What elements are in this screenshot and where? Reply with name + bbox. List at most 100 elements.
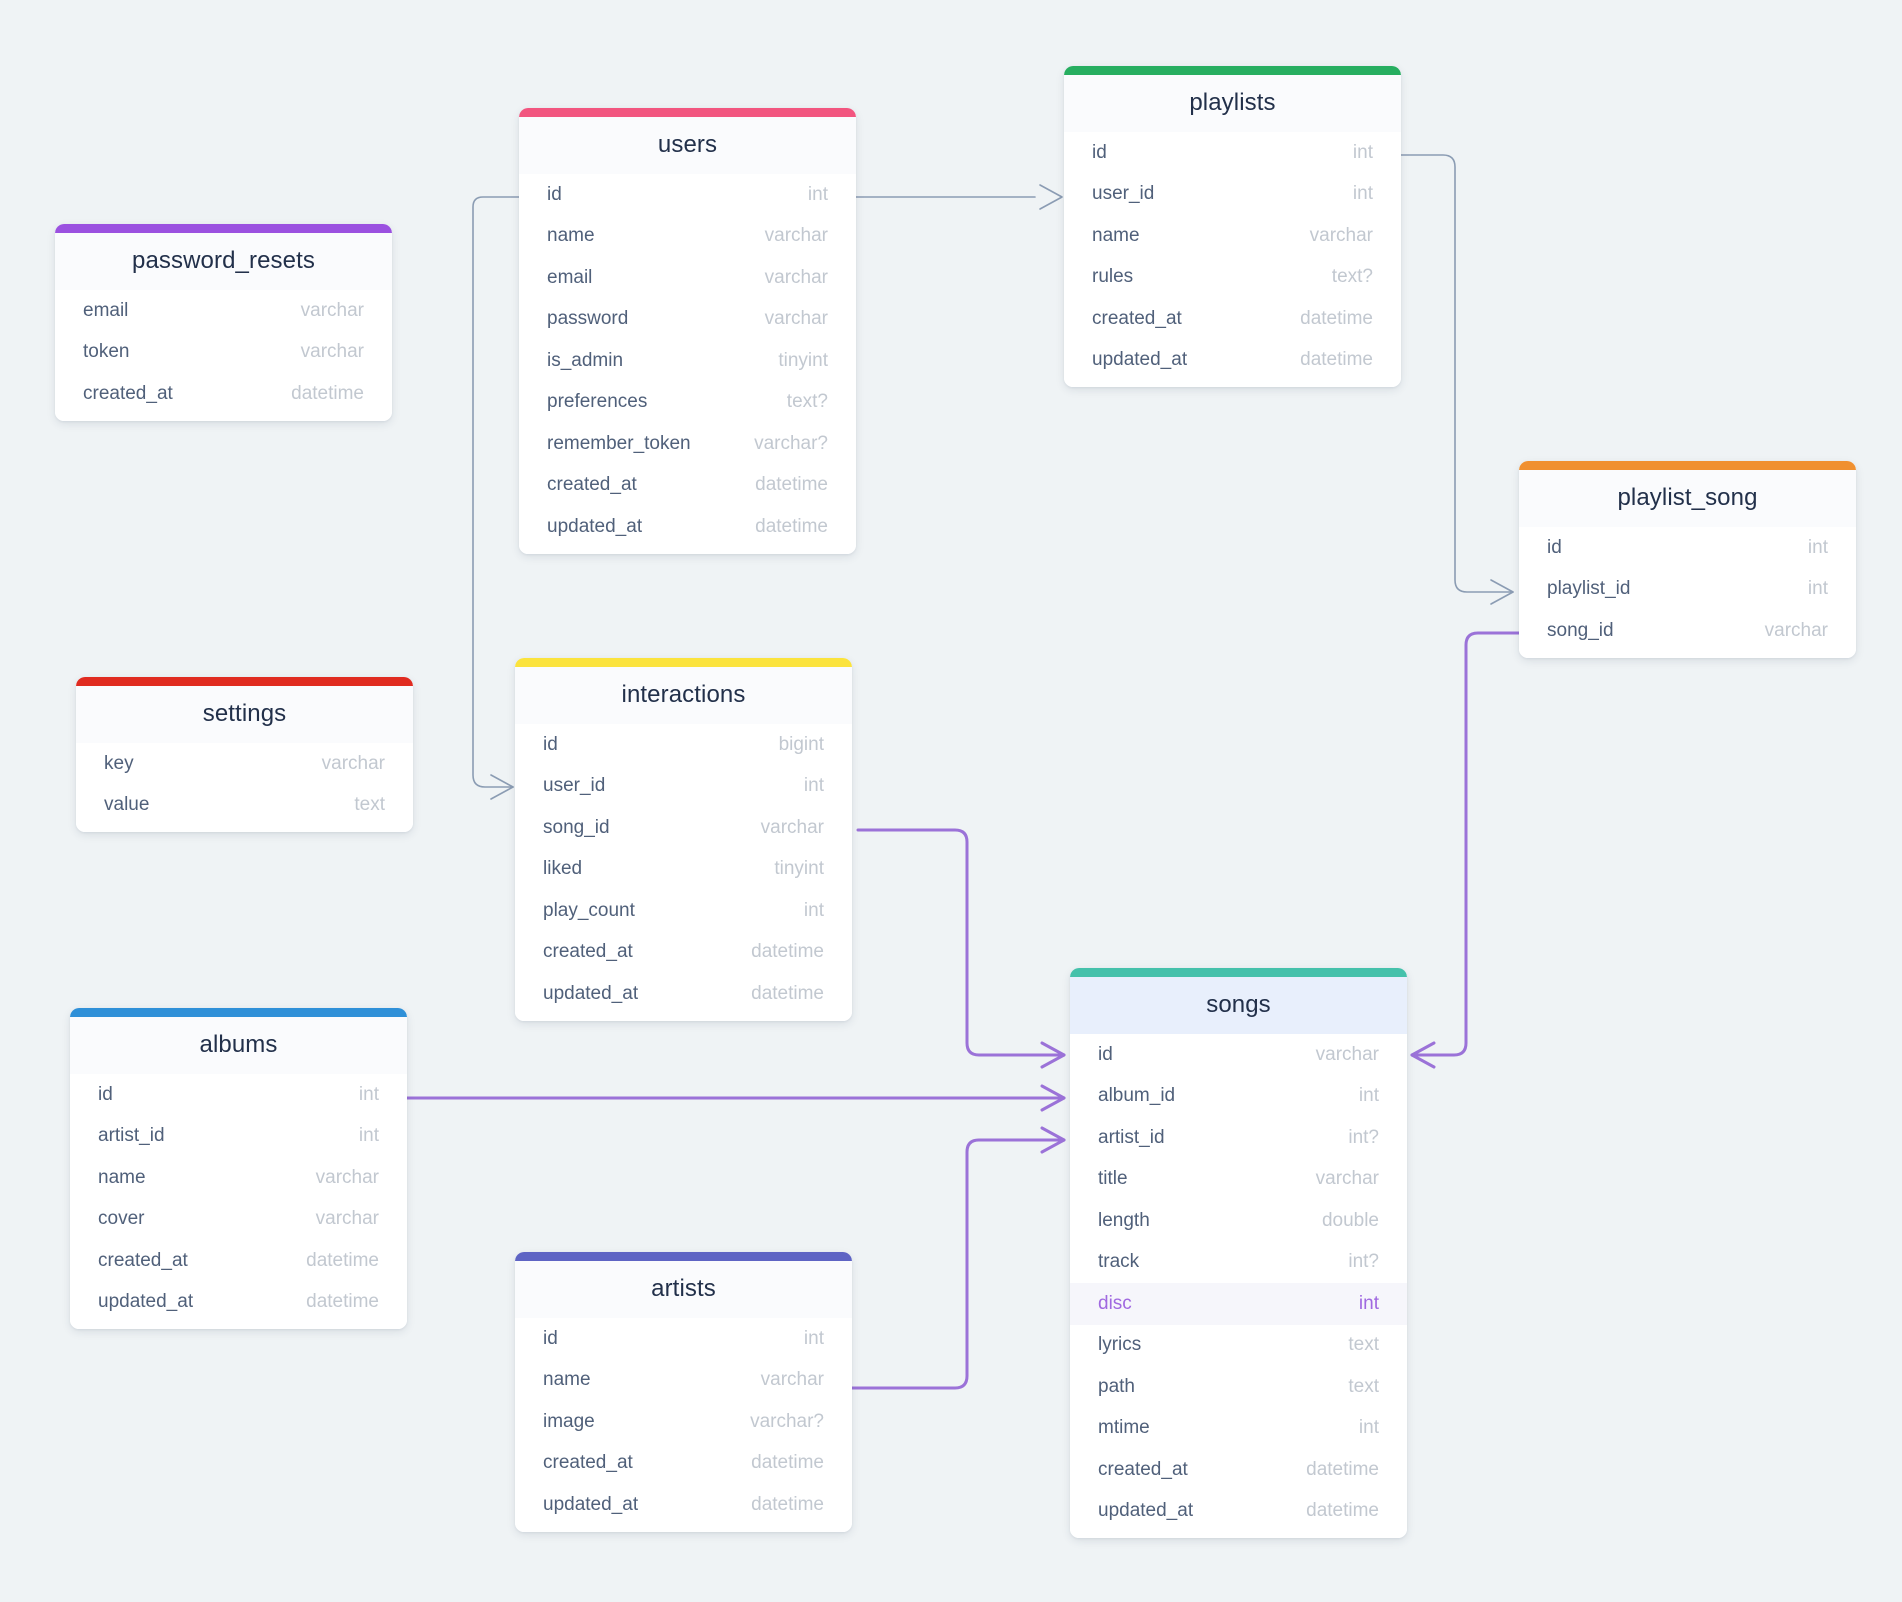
table-column-row[interactable]: disc int: [1070, 1283, 1407, 1325]
column-type: int: [1807, 578, 1828, 600]
table-column-row[interactable]: user_id int: [1064, 174, 1401, 216]
table-card-users[interactable]: users id int name varchar email varchar passwor…: [519, 108, 856, 554]
relationship-users-playlists[interactable]: [855, 184, 1063, 210]
column-name: id: [543, 733, 558, 755]
table-column-row[interactable]: image varchar?: [515, 1401, 852, 1443]
table-title[interactable]: artists: [515, 1261, 852, 1318]
relationship-line: [856, 828, 1066, 1057]
relationship-line: [850, 1138, 1066, 1390]
table-column-row[interactable]: created_at datetime: [515, 1443, 852, 1485]
table-column-row[interactable]: remember_token varchar?: [519, 423, 856, 465]
relationship-playlist_song-songs[interactable]: [1410, 631, 1521, 1069]
table-card-interactions[interactable]: interactions id bigint user_id int song_id var…: [515, 658, 852, 1021]
relationship-users-interactions[interactable]: [472, 196, 520, 800]
table-column-row[interactable]: song_id varchar: [1519, 610, 1856, 652]
table-column-row[interactable]: cover varchar: [70, 1199, 407, 1241]
table-column-row[interactable]: created_at datetime: [515, 932, 852, 974]
table-column-row[interactable]: email varchar: [519, 257, 856, 299]
table-column-row[interactable]: id int: [515, 1318, 852, 1360]
column-name: updated_at: [543, 1493, 639, 1515]
table-title[interactable]: songs: [1070, 977, 1407, 1034]
table-column-row[interactable]: playlist_id int: [1519, 569, 1856, 611]
relationship-albums-songs[interactable]: [405, 1084, 1066, 1112]
table-column-row[interactable]: token varchar: [55, 332, 392, 374]
table-column-row[interactable]: updated_at datetime: [1064, 340, 1401, 382]
table-title[interactable]: albums: [70, 1017, 407, 1074]
table-column-row[interactable]: created_at datetime: [519, 465, 856, 507]
table-columns-list: id int playlist_id int song_id varchar: [1519, 527, 1856, 658]
table-column-row[interactable]: created_at datetime: [1064, 298, 1401, 340]
table-title[interactable]: password_resets: [55, 233, 392, 290]
table-card-password_resets[interactable]: password_resets email varchar token varchar c…: [55, 224, 392, 421]
table-column-row[interactable]: rules text?: [1064, 257, 1401, 299]
table-column-row[interactable]: title varchar: [1070, 1159, 1407, 1201]
table-column-row[interactable]: updated_at datetime: [70, 1282, 407, 1324]
table-column-row[interactable]: artist_id int?: [1070, 1117, 1407, 1159]
table-card-settings[interactable]: settings key varchar value text: [76, 677, 413, 832]
table-title[interactable]: settings: [76, 686, 413, 743]
erd-canvas[interactable]: password_resets email varchar token varchar c…: [0, 0, 1902, 1602]
table-card-songs[interactable]: songs id varchar album_id int artist_id int? ti…: [1070, 968, 1407, 1538]
column-type: varchar: [1764, 619, 1828, 641]
table-column-row[interactable]: id int: [1519, 527, 1856, 569]
table-column-row[interactable]: updated_at datetime: [515, 1484, 852, 1526]
column-type: datetime: [751, 941, 824, 963]
table-accent-bar: [76, 677, 413, 686]
table-column-row[interactable]: album_id int: [1070, 1076, 1407, 1118]
table-column-row[interactable]: email varchar: [55, 290, 392, 332]
table-column-row[interactable]: play_count int: [515, 890, 852, 932]
column-type: int?: [1348, 1251, 1379, 1273]
column-type: datetime: [1300, 307, 1373, 329]
column-type: datetime: [755, 515, 828, 537]
table-column-row[interactable]: name varchar: [70, 1157, 407, 1199]
table-column-row[interactable]: id int: [1064, 132, 1401, 174]
table-card-albums[interactable]: albums id int artist_id int name varchar cover v…: [70, 1008, 407, 1329]
crowsfoot-marker: [490, 774, 514, 800]
table-column-row[interactable]: song_id varchar: [515, 807, 852, 849]
table-column-row[interactable]: length double: [1070, 1200, 1407, 1242]
table-column-row[interactable]: is_admin tinyint: [519, 340, 856, 382]
table-column-row[interactable]: key varchar: [76, 743, 413, 785]
column-type: text?: [786, 391, 828, 413]
table-column-row[interactable]: updated_at datetime: [515, 973, 852, 1015]
column-name: name: [98, 1166, 146, 1188]
table-column-row[interactable]: preferences text?: [519, 382, 856, 424]
table-column-row[interactable]: liked tinyint: [515, 849, 852, 891]
table-title[interactable]: users: [519, 117, 856, 174]
table-card-artists[interactable]: artists id int name varchar image varchar? crea…: [515, 1252, 852, 1532]
column-type: int: [1807, 536, 1828, 558]
table-column-row[interactable]: id int: [519, 174, 856, 216]
column-name: track: [1098, 1251, 1140, 1273]
table-column-row[interactable]: id bigint: [515, 724, 852, 766]
relationship-artists-songs[interactable]: [850, 1126, 1066, 1390]
column-name: updated_at: [543, 982, 639, 1004]
table-column-row[interactable]: artist_id int: [70, 1116, 407, 1158]
table-card-playlists[interactable]: playlists id int user_id int name varchar rules…: [1064, 66, 1401, 387]
table-title[interactable]: playlist_song: [1519, 470, 1856, 527]
table-column-row[interactable]: lyrics text: [1070, 1325, 1407, 1367]
table-column-row[interactable]: created_at datetime: [1070, 1449, 1407, 1491]
table-column-row[interactable]: name varchar: [519, 216, 856, 258]
table-column-row[interactable]: created_at datetime: [55, 373, 392, 415]
table-column-row[interactable]: id varchar: [1070, 1034, 1407, 1076]
table-card-playlist_song[interactable]: playlist_song id int playlist_id int song_id v…: [1519, 461, 1856, 658]
column-type: varchar: [315, 1208, 379, 1230]
table-column-row[interactable]: name varchar: [515, 1360, 852, 1402]
table-column-row[interactable]: track int?: [1070, 1242, 1407, 1284]
table-column-row[interactable]: updated_at datetime: [1070, 1491, 1407, 1533]
table-column-row[interactable]: updated_at datetime: [519, 506, 856, 548]
relationship-playlists-playlist_song[interactable]: [1400, 154, 1514, 605]
table-column-row[interactable]: name varchar: [1064, 215, 1401, 257]
table-column-row[interactable]: created_at datetime: [70, 1240, 407, 1282]
table-column-row[interactable]: value text: [76, 785, 413, 827]
table-column-row[interactable]: path text: [1070, 1366, 1407, 1408]
relationship-interactions-songs[interactable]: [856, 828, 1066, 1069]
column-type: datetime: [1306, 1458, 1379, 1480]
table-column-row[interactable]: id int: [70, 1074, 407, 1116]
table-title[interactable]: playlists: [1064, 75, 1401, 132]
table-column-row[interactable]: password varchar: [519, 299, 856, 341]
table-column-row[interactable]: user_id int: [515, 766, 852, 808]
table-title[interactable]: interactions: [515, 667, 852, 724]
column-type: tinyint: [774, 858, 824, 880]
table-column-row[interactable]: mtime int: [1070, 1408, 1407, 1450]
